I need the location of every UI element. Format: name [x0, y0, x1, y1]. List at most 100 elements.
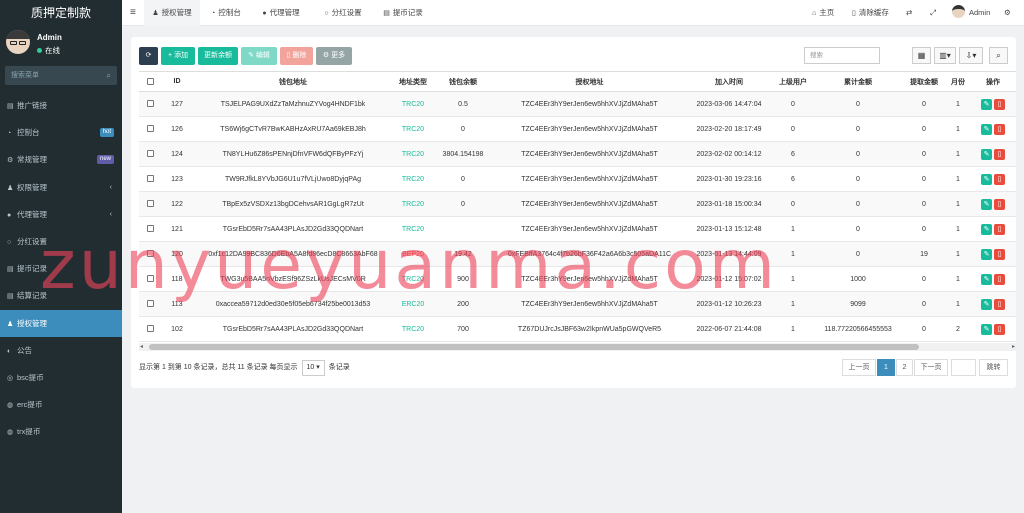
row-checkbox[interactable]: [139, 141, 161, 167]
update-balance-button[interactable]: 更新余额: [198, 47, 238, 65]
sidebar-item-1[interactable]: ◔ 控制台 hot: [0, 119, 122, 146]
scrollbar-thumb[interactable]: [149, 344, 919, 350]
edit-row-button[interactable]: ✎: [981, 248, 992, 260]
sidebar-item-2[interactable]: ⚙ 常规管理 new: [0, 146, 122, 173]
edit-row-button[interactable]: ✎: [981, 323, 992, 335]
sidebar-item-7[interactable]: ▤ 结算记录: [0, 282, 122, 309]
edit-row-button[interactable]: ✎: [981, 198, 992, 210]
delete-row-button[interactable]: ▯: [994, 198, 1005, 210]
export-dropdown[interactable]: ⇩▾: [959, 47, 983, 64]
tab-2[interactable]: ● 代理管理: [254, 0, 308, 26]
row-checkbox[interactable]: [139, 316, 161, 342]
table-row[interactable]: 127 TSJELPAG9UXdZzTaMzhnuZYVog4HNDF1bk TRC…: [139, 91, 1016, 117]
delete-row-button[interactable]: ▯: [994, 148, 1005, 160]
edit-row-button[interactable]: ✎: [981, 148, 992, 160]
delete-row-button[interactable]: ▯: [994, 173, 1005, 185]
advanced-search-button[interactable]: ⌕: [989, 47, 1008, 64]
page-2-button[interactable]: 2: [896, 359, 913, 376]
row-checkbox[interactable]: [139, 241, 161, 267]
scroll-right-icon[interactable]: ▸: [1012, 343, 1015, 351]
edit-button[interactable]: ✎ 编辑: [241, 47, 277, 65]
tab-3[interactable]: ○ 分红设置: [312, 0, 374, 26]
table-row[interactable]: 123 TW9RJfkL8YVbJG6U1u7fVLjUwo8DyjqPAg TRC…: [139, 166, 1016, 192]
row-checkbox[interactable]: [139, 166, 161, 192]
sidebar-item-6[interactable]: ▤ 提币记录: [0, 255, 122, 282]
col-wallet[interactable]: 钱包地址: [193, 71, 393, 92]
home-link[interactable]: ⌂ 主页: [812, 0, 834, 26]
prev-page-button[interactable]: 上一页: [842, 359, 876, 376]
edit-row-button[interactable]: ✎: [981, 223, 992, 235]
sidebar-item-11[interactable]: ◍ erc提币: [0, 391, 122, 418]
edit-row-button[interactable]: ✎: [981, 273, 992, 285]
table-row[interactable]: 121 TGsrEbD5Rr7sAA43PLAsJD2Gd33QQDNart TRC…: [139, 216, 1016, 242]
delete-button[interactable]: ▯ 删除: [280, 47, 313, 65]
tab-0[interactable]: ♟ 授权管理: [144, 0, 200, 26]
table-row[interactable]: 113 0xaccea59712d0ed30e5f05eb6734f25be001…: [139, 291, 1016, 317]
table-row[interactable]: 118 TWG3u5BAA5nVbzESf96ZSzLkUsJECsMV0R TRC…: [139, 266, 1016, 292]
row-checkbox[interactable]: [139, 291, 161, 317]
table-row[interactable]: 122 TBpEx5zVSDXz13bgDCehvsAR1GgLgR7zUt TRC…: [139, 191, 1016, 217]
edit-row-button[interactable]: ✎: [981, 98, 992, 110]
scroll-left-icon[interactable]: ◂: [140, 343, 143, 351]
delete-row-button[interactable]: ▯: [994, 123, 1005, 135]
table-row[interactable]: 124 TN8YLHu6Z86sPENnjDfnVFW6dQFByPFzYj TRC…: [139, 141, 1016, 167]
avatar[interactable]: [6, 30, 30, 54]
delete-row-button[interactable]: ▯: [994, 248, 1005, 260]
edit-row-button[interactable]: ✎: [981, 173, 992, 185]
col-withdraw[interactable]: 提取金额: [902, 71, 946, 92]
col-time[interactable]: 加入时间: [686, 71, 772, 92]
sidebar-item-4[interactable]: ● 代理管理 ‹: [0, 201, 122, 228]
sidebar-item-0[interactable]: ▤ 推广链接: [0, 92, 122, 119]
table-row[interactable]: 120 0xf1c12DA99BC836D6EbA5A8fd86ecD8C8663…: [139, 241, 1016, 267]
sidebar-item-8[interactable]: ♟ 授权管理: [0, 309, 122, 337]
page-1-button[interactable]: 1: [877, 359, 895, 376]
add-button[interactable]: + 添加: [161, 47, 195, 65]
page-size-select[interactable]: 10 ▾: [301, 360, 325, 376]
settings-icon[interactable]: ⚙: [1004, 0, 1011, 26]
delete-row-button[interactable]: ▯: [994, 223, 1005, 235]
table-row[interactable]: 102 TGsrEbD5Rr7sAA43PLAsJD2Gd33QQDNart TRC…: [139, 316, 1016, 342]
col-parent[interactable]: 上级用户: [772, 71, 814, 92]
table-search-input[interactable]: 搜索: [804, 47, 880, 64]
select-all-checkbox[interactable]: [139, 71, 161, 92]
search-icon[interactable]: ⌕: [107, 66, 111, 85]
toggle-view-button[interactable]: ▦: [912, 47, 931, 64]
col-id[interactable]: ID: [161, 71, 193, 92]
sidebar-item-5[interactable]: ○ 分红设置: [0, 228, 122, 255]
edit-row-button[interactable]: ✎: [981, 298, 992, 310]
jump-page-input[interactable]: [951, 359, 976, 376]
edit-row-button[interactable]: ✎: [981, 123, 992, 135]
fullscreen-icon[interactable]: ⤢: [930, 0, 936, 26]
col-balance[interactable]: 钱包余额: [433, 71, 493, 92]
sidebar-item-9[interactable]: ◐ 公告: [0, 337, 122, 364]
sidebar-item-3[interactable]: ♟ 权限管理 ‹: [0, 174, 122, 201]
col-type[interactable]: 地址类型: [393, 71, 433, 92]
delete-row-button[interactable]: ▯: [994, 298, 1005, 310]
translate-icon[interactable]: ⇄: [906, 0, 912, 26]
tab-1[interactable]: ◔ 控制台: [202, 0, 250, 26]
row-checkbox[interactable]: [139, 191, 161, 217]
user-menu[interactable]: Admin: [952, 0, 990, 26]
table-row[interactable]: 126 TS6Wj6gCTvR7BwKABHzAxRU7Aa69kEBJ8h TRC…: [139, 116, 1016, 142]
tab-4[interactable]: ▤ 提币记录: [378, 0, 428, 26]
delete-row-button[interactable]: ▯: [994, 323, 1005, 335]
delete-row-button[interactable]: ▯: [994, 98, 1005, 110]
horizontal-scrollbar[interactable]: ◂ ▸: [139, 343, 1016, 351]
columns-dropdown[interactable]: ▥▾: [934, 47, 956, 64]
more-button[interactable]: ⚙ 更多: [316, 47, 352, 65]
delete-row-button[interactable]: ▯: [994, 273, 1005, 285]
refresh-button[interactable]: ⟳: [139, 47, 158, 65]
row-checkbox[interactable]: [139, 91, 161, 117]
sidebar-search-input[interactable]: 搜索菜单 ⌕: [5, 66, 117, 85]
col-month[interactable]: 月份: [946, 71, 970, 92]
col-total[interactable]: 累计金额: [814, 71, 902, 92]
sidebar-item-10[interactable]: ◎ bsc提币: [0, 364, 122, 391]
row-checkbox[interactable]: [139, 216, 161, 242]
row-checkbox[interactable]: [139, 266, 161, 292]
bars-icon[interactable]: ≡: [130, 0, 136, 26]
row-checkbox[interactable]: [139, 116, 161, 142]
jump-button[interactable]: 跳转: [979, 359, 1008, 376]
col-auth[interactable]: 授权地址: [493, 71, 686, 92]
next-page-button[interactable]: 下一页: [914, 359, 948, 376]
clear-cache-button[interactable]: ▯ 清除缓存: [852, 0, 889, 26]
